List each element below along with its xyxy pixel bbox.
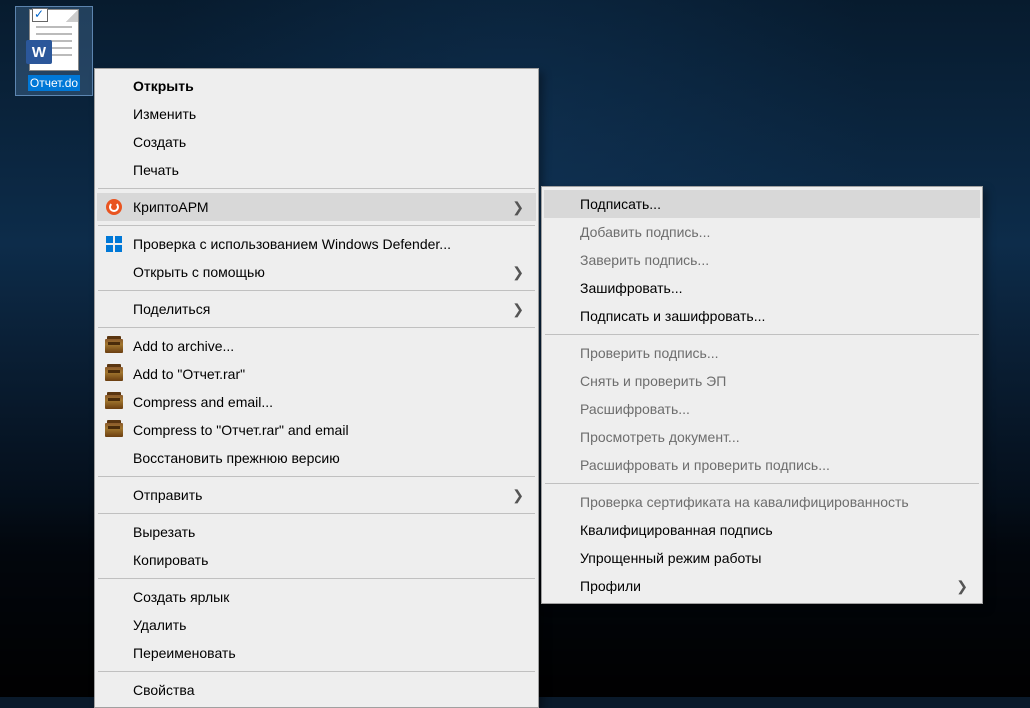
menu-separator: [98, 225, 535, 226]
menu-item-label: Открыть: [133, 78, 194, 94]
menu-item-rename[interactable]: Переименовать: [97, 639, 536, 667]
menu-item-label: Изменить: [133, 106, 196, 122]
menu-item-copy[interactable]: Копировать: [97, 546, 536, 574]
menu-item-decryptverify: Расшифровать и проверить подпись...: [544, 451, 980, 479]
menu-item-restore[interactable]: Восстановить прежнюю версию: [97, 444, 536, 472]
menu-item-label: Расшифровать и проверить подпись...: [580, 457, 830, 473]
menu-item-simplemode[interactable]: Упрощенный режим работы: [544, 544, 980, 572]
menu-item-label: Копировать: [133, 552, 208, 568]
menu-item-label: Отправить: [133, 487, 202, 503]
menu-separator: [98, 671, 535, 672]
menu-separator: [98, 476, 535, 477]
menu-item-profiles[interactable]: Профили ❯: [544, 572, 980, 600]
menu-item-encrypt[interactable]: Зашифровать...: [544, 274, 980, 302]
menu-separator: [545, 483, 979, 484]
menu-item-addtorar[interactable]: Add to "Отчет.rar": [97, 360, 536, 388]
defender-shield-icon: [105, 235, 123, 253]
menu-separator: [98, 513, 535, 514]
menu-item-compressemail[interactable]: Compress and email...: [97, 388, 536, 416]
menu-item-label: Упрощенный режим работы: [580, 550, 761, 566]
word-document-icon: W: [29, 9, 79, 71]
menu-item-label: Подписать и зашифровать...: [580, 308, 765, 324]
context-menu-main[interactable]: Открыть Изменить Создать Печать КриптоАРМ ❯ Пр…: [94, 68, 539, 708]
cryptoarm-icon: [105, 198, 123, 216]
menu-item-sendto[interactable]: Отправить ❯: [97, 481, 536, 509]
file-label: Отчет.do: [28, 75, 80, 91]
menu-item-label: Зашифровать...: [580, 280, 683, 296]
menu-item-print[interactable]: Печать: [97, 156, 536, 184]
menu-item-addsig: Добавить подпись...: [544, 218, 980, 246]
chevron-right-icon: ❯: [512, 199, 524, 216]
menu-item-removeverify: Снять и проверить ЭП: [544, 367, 980, 395]
menu-item-edit[interactable]: Изменить: [97, 100, 536, 128]
winrar-icon: [105, 421, 123, 439]
menu-item-label: Compress and email...: [133, 394, 273, 410]
menu-item-cut[interactable]: Вырезать: [97, 518, 536, 546]
menu-item-label: Заверить подпись...: [580, 252, 709, 268]
menu-item-label: Расшифровать...: [580, 401, 690, 417]
menu-separator: [98, 327, 535, 328]
menu-item-label: Открыть с помощью: [133, 264, 265, 280]
menu-item-label: Свойства: [133, 682, 194, 698]
menu-item-label: КриптоАРМ: [133, 199, 209, 215]
menu-item-qualsig[interactable]: Квалифицированная подпись: [544, 516, 980, 544]
menu-separator: [98, 290, 535, 291]
menu-item-defender[interactable]: Проверка с использованием Windows Defend…: [97, 230, 536, 258]
menu-item-label: Удалить: [133, 617, 186, 633]
menu-separator: [98, 578, 535, 579]
menu-item-delete[interactable]: Удалить: [97, 611, 536, 639]
menu-item-label: Подписать...: [580, 196, 661, 212]
menu-item-openwith[interactable]: Открыть с помощью ❯: [97, 258, 536, 286]
menu-item-addarchive[interactable]: Add to archive...: [97, 332, 536, 360]
menu-item-share[interactable]: Поделиться ❯: [97, 295, 536, 323]
menu-item-label: Создать ярлык: [133, 589, 229, 605]
desktop-file-word[interactable]: W Отчет.do: [15, 6, 93, 96]
context-menu-cryptoarm[interactable]: Подписать... Добавить подпись... Заверить …: [541, 186, 983, 604]
menu-item-verifysig: Проверить подпись...: [544, 339, 980, 367]
menu-item-label: Квалифицированная подпись: [580, 522, 773, 538]
menu-item-label: Добавить подпись...: [580, 224, 710, 240]
winrar-icon: [105, 337, 123, 355]
menu-item-label: Снять и проверить ЭП: [580, 373, 726, 389]
menu-item-label: Add to "Отчет.rar": [133, 366, 245, 382]
menu-item-label: Проверка сертификата на кавалифицированн…: [580, 494, 909, 510]
chevron-right-icon: ❯: [956, 578, 968, 595]
winrar-icon: [105, 393, 123, 411]
menu-item-sign[interactable]: Подписать...: [544, 190, 980, 218]
menu-item-label: Compress to "Отчет.rar" and email: [133, 422, 349, 438]
menu-item-certsig: Заверить подпись...: [544, 246, 980, 274]
menu-item-label: Поделиться: [133, 301, 210, 317]
menu-item-cryptoarm[interactable]: КриптоАРМ ❯: [97, 193, 536, 221]
menu-item-signencrypt[interactable]: Подписать и зашифровать...: [544, 302, 980, 330]
chevron-right-icon: ❯: [512, 264, 524, 281]
menu-item-compresstorar[interactable]: Compress to "Отчет.rar" and email: [97, 416, 536, 444]
winrar-icon: [105, 365, 123, 383]
menu-item-checkcert: Проверка сертификата на кавалифицированн…: [544, 488, 980, 516]
menu-item-label: Просмотреть документ...: [580, 429, 740, 445]
menu-item-label: Add to archive...: [133, 338, 234, 354]
menu-item-label: Проверить подпись...: [580, 345, 719, 361]
menu-separator: [98, 188, 535, 189]
chevron-right-icon: ❯: [512, 301, 524, 318]
chevron-right-icon: ❯: [512, 487, 524, 504]
menu-item-open[interactable]: Открыть: [97, 72, 536, 100]
menu-item-label: Печать: [133, 162, 179, 178]
menu-item-label: Переименовать: [133, 645, 236, 661]
menu-item-shortcut[interactable]: Создать ярлык: [97, 583, 536, 611]
menu-item-label: Восстановить прежнюю версию: [133, 450, 340, 466]
menu-item-viewdoc: Просмотреть документ...: [544, 423, 980, 451]
menu-item-decrypt: Расшифровать...: [544, 395, 980, 423]
menu-separator: [545, 334, 979, 335]
menu-item-create[interactable]: Создать: [97, 128, 536, 156]
menu-item-label: Вырезать: [133, 524, 195, 540]
checkmark-icon: [32, 8, 48, 22]
menu-item-label: Профили: [580, 578, 641, 594]
word-badge-icon: W: [26, 40, 52, 64]
menu-item-label: Создать: [133, 134, 186, 150]
menu-item-properties[interactable]: Свойства: [97, 676, 536, 704]
menu-item-label: Проверка с использованием Windows Defend…: [133, 236, 451, 252]
